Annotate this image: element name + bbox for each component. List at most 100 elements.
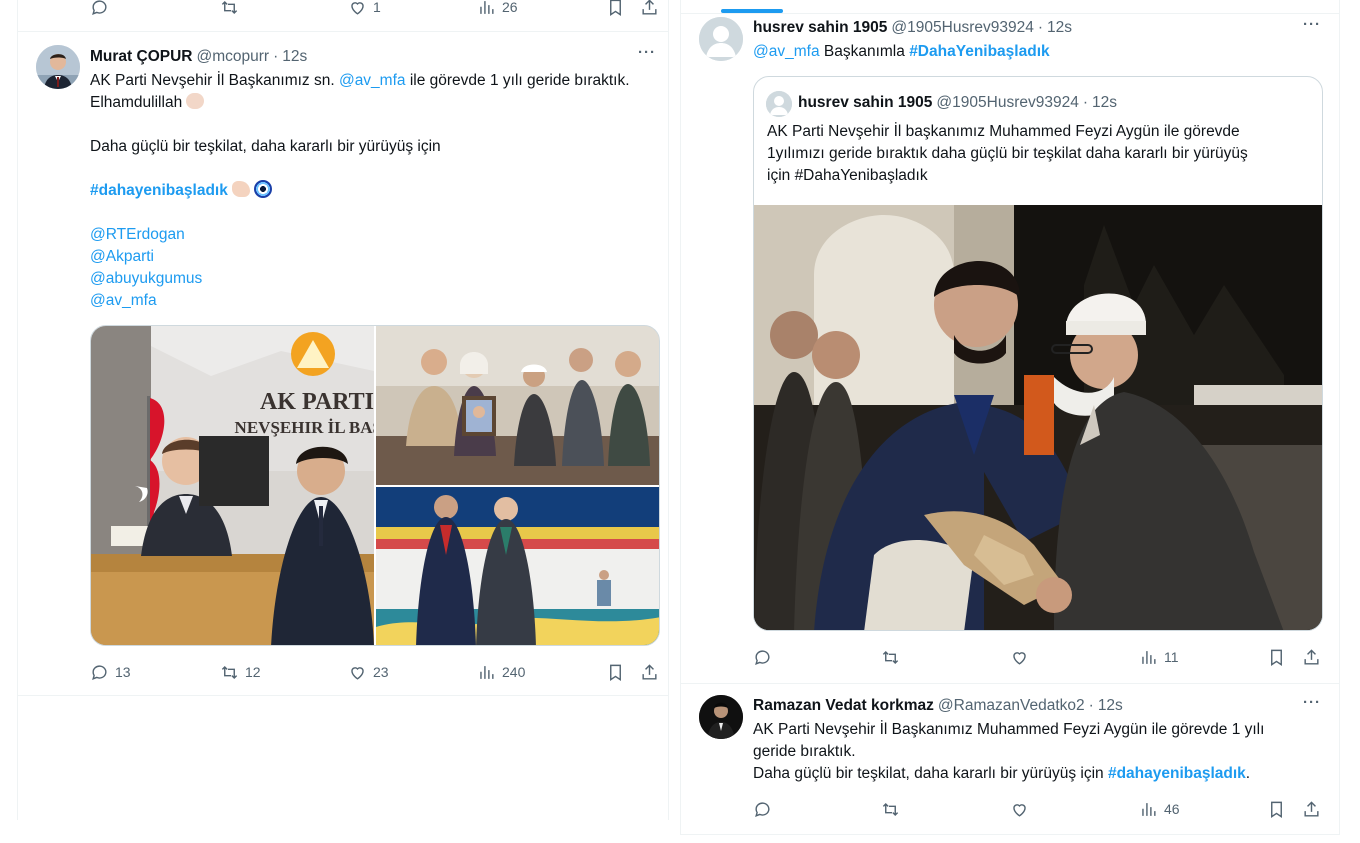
retweet-icon <box>882 802 899 816</box>
avatar <box>766 91 792 117</box>
tweet-line-2: Elhamdulillah <box>90 92 670 114</box>
like-button[interactable] <box>1010 647 1029 667</box>
tweet-text: AK Parti Nevşehir İl Başkanımız Muhammed… <box>753 719 1323 785</box>
text-segment: Elhamdulillah <box>90 94 183 111</box>
mention-link[interactable]: @av_mfa <box>90 290 670 312</box>
bookmark-icon <box>1271 649 1282 666</box>
tweet-line-3: Daha güçlü bir teşkilat, daha kararlı bi… <box>90 138 441 155</box>
quoted-tweet[interactable]: husrev sahin 1905 @1905Husrev93924 · 12s… <box>753 76 1323 631</box>
tweet-line-1: AK Parti Nevşehir İl Başkanımız sn. @av_… <box>90 70 670 92</box>
media-grid: AK PARTI NEVŞEHIR İL BAŞKA <box>90 325 660 646</box>
views-button[interactable]: 26 <box>477 0 518 17</box>
retweet-button[interactable] <box>881 799 900 819</box>
tweet-ramazan-korkmaz[interactable]: Ramazan Vedat korkmaz @RamazanVedatko2 ·… <box>681 684 1339 834</box>
separator-dot: · <box>273 48 279 65</box>
share-icon <box>642 0 657 15</box>
quoted-line: için #DahaYenibaşladık <box>767 167 928 184</box>
photo-office[interactable]: AK PARTI NEVŞEHIR İL BAŞKA <box>91 326 374 645</box>
like-icon <box>1013 803 1026 817</box>
user-handle: @1905Husrev93924 <box>936 94 1079 111</box>
mention-link[interactable]: @RTErdogan <box>90 224 670 246</box>
views-button[interactable]: 240 <box>477 662 525 682</box>
tweet-time[interactable]: 12s <box>282 48 307 66</box>
reply-count: 13 <box>115 664 131 680</box>
user-handle[interactable]: @RamazanVedatko2 <box>938 697 1085 715</box>
like-button[interactable]: 23 <box>348 662 389 682</box>
timeline-column-right: husrev sahin 1905 @1905Husrev93924 · 12s… <box>680 0 1340 835</box>
hashtag-link[interactable]: #DahaYenibaşladık <box>909 43 1049 60</box>
text-segment: AK Parti Nevşehir İl Başkanımız sn. <box>90 72 335 89</box>
display-name: husrev sahin 1905 <box>798 94 933 111</box>
views-icon <box>1142 802 1156 816</box>
bookmark-icon <box>610 0 621 16</box>
display-name[interactable]: Murat ÇOPUR <box>90 48 192 66</box>
views-button[interactable]: 11 <box>1139 647 1179 667</box>
photo-family-visit[interactable] <box>376 326 659 485</box>
text-segment: Başkanımla <box>823 43 905 60</box>
retweet-icon <box>221 0 238 14</box>
bookmark-button[interactable] <box>606 662 625 682</box>
like-icon <box>351 1 364 15</box>
mention-link[interactable]: @abuyukgumus <box>90 268 670 290</box>
avatar[interactable] <box>699 695 743 739</box>
photo-night-greeting[interactable] <box>754 205 1322 630</box>
like-icon <box>351 666 364 680</box>
reply-button[interactable] <box>90 0 109 17</box>
tweet-line-1: @av_mfa Başkanımla #DahaYenibaşladık <box>753 41 1323 63</box>
tweet-divider <box>681 834 1339 835</box>
like-button[interactable] <box>1010 799 1029 819</box>
tweet-time[interactable]: 12s <box>1047 19 1072 37</box>
like-count: 1 <box>373 0 381 15</box>
retweet-button[interactable]: 12 <box>220 662 261 682</box>
tweet-time[interactable]: 12s <box>1098 697 1123 715</box>
praying-hands-icon <box>186 93 205 109</box>
display-name[interactable]: husrev sahin 1905 <box>753 19 887 37</box>
tweet-husrev-sahin[interactable]: husrev sahin 1905 @1905Husrev93924 · 12s… <box>681 0 1339 683</box>
more-icon[interactable]: ··· <box>1303 694 1321 711</box>
views-count: 46 <box>1164 801 1180 817</box>
timeline-column-left: 1 26 Murat ÇOPUR @mcopurr · 12s ··· AK P… <box>17 0 669 820</box>
reply-icon <box>92 664 107 680</box>
share-button[interactable] <box>640 662 659 682</box>
reply-button[interactable] <box>753 647 772 667</box>
avatar[interactable] <box>699 17 743 61</box>
mention-link[interactable]: @Akparti <box>90 246 670 268</box>
tweet-murat-copur[interactable]: Murat ÇOPUR @mcopurr · 12s ··· AK Parti … <box>18 32 668 695</box>
quoted-line: 1yılımızı geride bıraktık daha güçlü bir… <box>767 145 1248 162</box>
avatar[interactable] <box>36 45 80 89</box>
share-button[interactable] <box>640 0 659 17</box>
user-handle[interactable]: @mcopurr <box>196 48 269 66</box>
separator-dot: · <box>1088 697 1094 714</box>
separator-dot: · <box>1037 19 1044 36</box>
reply-icon <box>755 801 770 817</box>
reply-icon <box>755 649 770 665</box>
like-icon <box>1013 651 1026 665</box>
text-segment: . <box>1245 765 1251 782</box>
hashtag-link[interactable]: #dahayenibaşladık <box>1108 765 1246 782</box>
reply-button[interactable]: 13 <box>90 662 131 682</box>
display-name[interactable]: Ramazan Vedat korkmaz <box>753 697 934 715</box>
mention-link[interactable]: @av_mfa <box>339 72 406 89</box>
text-segment: Daha güçlü bir teşkilat, daha kararlı bi… <box>753 765 1104 782</box>
views-button[interactable]: 46 <box>1139 799 1180 819</box>
share-button[interactable] <box>1302 647 1321 667</box>
retweet-button[interactable] <box>220 0 239 17</box>
nazar-amulet-icon <box>253 180 272 198</box>
retweet-icon <box>221 665 238 679</box>
share-button[interactable] <box>1302 799 1321 819</box>
more-icon[interactable]: ··· <box>638 44 656 61</box>
reply-button[interactable] <box>753 799 772 819</box>
bookmark-button[interactable] <box>1267 799 1286 819</box>
bookmark-button[interactable] <box>1267 647 1286 667</box>
tweet-text: AK Parti Nevşehir İl Başkanımız sn. @av_… <box>90 70 670 312</box>
flexed-biceps-icon <box>231 181 250 197</box>
user-handle[interactable]: @1905Husrev93924 <box>891 19 1033 37</box>
photo-congress-hall[interactable] <box>376 487 659 645</box>
bookmark-button[interactable] <box>606 0 625 17</box>
retweet-button[interactable] <box>881 647 900 667</box>
hashtag-link[interactable]: #dahayenibaşladık <box>90 182 228 199</box>
quoted-tweet-text: AK Parti Nevşehir İl başkanımız Muhammed… <box>767 121 1315 187</box>
mention-link[interactable]: @av_mfa <box>753 43 820 60</box>
more-icon[interactable]: ··· <box>1303 16 1321 33</box>
like-button[interactable]: 1 <box>348 0 381 17</box>
